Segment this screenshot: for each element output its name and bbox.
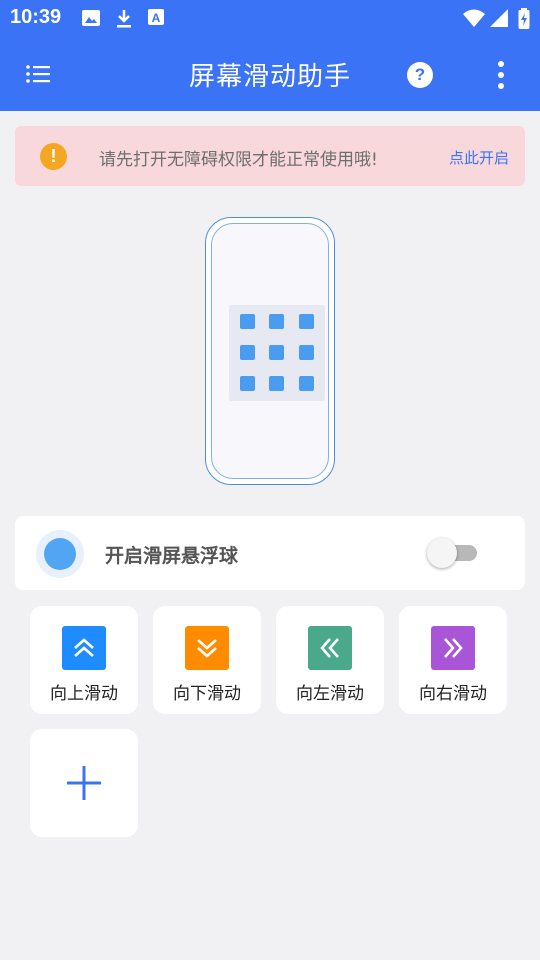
image-notification-icon — [82, 10, 100, 26]
swipe-left-button[interactable]: 向左滑动 — [276, 606, 384, 714]
swipe-down-label: 向下滑动 — [173, 684, 241, 704]
floating-ball-icon — [36, 530, 84, 578]
svg-text:A: A — [152, 11, 161, 25]
swipe-up-button[interactable]: 向上滑动 — [30, 606, 138, 714]
swipe-right-label: 向右滑动 — [419, 684, 487, 704]
phone-illustration — [205, 217, 335, 485]
top-bar: 10:39 A 屏幕滑动助手 ? — [0, 0, 540, 111]
double-chevron-down-icon — [185, 626, 229, 670]
battery-icon — [518, 8, 530, 29]
swipe-left-label: 向左滑动 — [296, 684, 364, 704]
floating-ball-toggle[interactable] — [427, 538, 477, 568]
accessibility-alert: ! 请先打开无障碍权限才能正常使用哦! 点此开启 — [15, 126, 525, 186]
phone-screen — [211, 223, 329, 479]
double-chevron-left-icon — [308, 626, 352, 670]
enable-accessibility-link[interactable]: 点此开启 — [449, 147, 509, 168]
swipe-right-button[interactable]: 向右滑动 — [399, 606, 507, 714]
app-grid-icon — [229, 305, 325, 401]
add-action-button[interactable] — [30, 729, 138, 837]
plus-icon — [67, 766, 101, 800]
warning-icon: ! — [40, 143, 67, 170]
signal-icon — [490, 9, 508, 27]
text-notification-icon: A — [148, 9, 164, 25]
double-chevron-up-icon — [62, 626, 106, 670]
app-bar: 屏幕滑动助手 ? — [0, 36, 540, 111]
wifi-icon — [463, 9, 485, 27]
double-chevron-right-icon — [431, 626, 475, 670]
status-time: 10:39 — [10, 6, 62, 28]
swipe-down-button[interactable]: 向下滑动 — [153, 606, 261, 714]
more-options-icon[interactable] — [496, 60, 506, 90]
status-bar: 10:39 A — [0, 0, 540, 36]
download-notification-icon — [117, 10, 131, 28]
alert-message: 请先打开无障碍权限才能正常使用哦! — [99, 150, 378, 170]
swipe-up-label: 向上滑动 — [50, 684, 118, 704]
floating-ball-label: 开启滑屏悬浮球 — [105, 545, 239, 567]
floating-ball-card: 开启滑屏悬浮球 — [15, 516, 525, 590]
help-icon[interactable]: ? — [407, 62, 433, 88]
page-title: 屏幕滑动助手 — [188, 62, 351, 92]
